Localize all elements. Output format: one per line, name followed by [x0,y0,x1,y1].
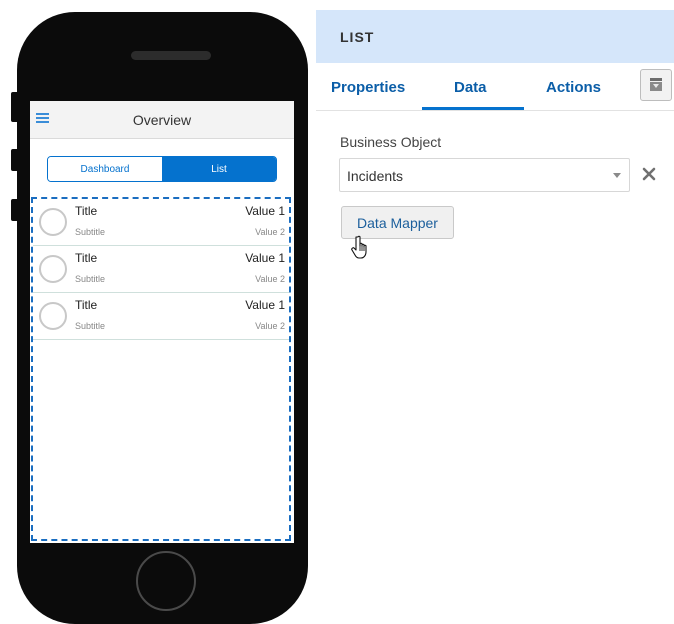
hand-pointer-icon [351,235,373,261]
business-object-value: Incidents [347,168,404,184]
list-item-value1: Value 1 [245,204,285,218]
list-item-subtitle: Subtitle [75,321,106,331]
list-item[interactable]: Title Subtitle Value 1 Value 2 [33,246,289,293]
list-item-title: Title [75,298,98,312]
list-item-value2: Value 2 [255,274,285,284]
list-item[interactable]: Title Subtitle Value 1 Value 2 [33,293,289,340]
avatar [39,208,67,236]
close-icon[interactable] [638,163,660,185]
avatar [39,302,67,330]
phone-mute-switch [11,92,17,122]
app-header: Overview [30,101,294,139]
panel-header: LIST [316,10,674,63]
list-item[interactable]: Title Subtitle Value 1 Value 2 [33,199,289,246]
avatar [39,255,67,283]
chevron-down-icon [613,173,621,178]
list-item-title: Title [75,204,98,218]
segmented-control: Dashboard List [47,156,277,182]
phone-speaker [131,51,211,60]
segment-list[interactable]: List [162,157,276,181]
list-item-value2: Value 2 [255,227,285,237]
phone-screen: Overview Dashboard List Title Subtitle V… [30,101,294,543]
business-object-select[interactable]: Incidents [339,158,630,192]
phone-volume-up [11,149,17,171]
list-item-subtitle: Subtitle [75,227,106,237]
tab-data[interactable]: Data [454,79,487,96]
active-tab-indicator [422,107,524,110]
app-title: Overview [132,112,192,128]
tab-properties[interactable]: Properties [331,79,405,96]
list-item-value2: Value 2 [255,321,285,331]
list-component[interactable]: Title Subtitle Value 1 Value 2 Title Sub… [31,197,291,541]
palette-icon[interactable] [640,69,672,101]
phone-home-button [136,551,196,611]
segment-dashboard[interactable]: Dashboard [48,157,162,181]
tab-actions[interactable]: Actions [546,79,601,96]
tab-bar: Properties Data Actions [316,63,674,111]
phone-volume-down [11,199,17,221]
panel-title: LIST [340,29,375,45]
list-item-value1: Value 1 [245,298,285,312]
list-item-title: Title [75,251,98,265]
phone-mockup: Overview Dashboard List Title Subtitle V… [11,12,308,624]
business-object-label: Business Object [340,134,442,150]
list-item-value1: Value 1 [245,251,285,265]
list-item-subtitle: Subtitle [75,274,106,284]
